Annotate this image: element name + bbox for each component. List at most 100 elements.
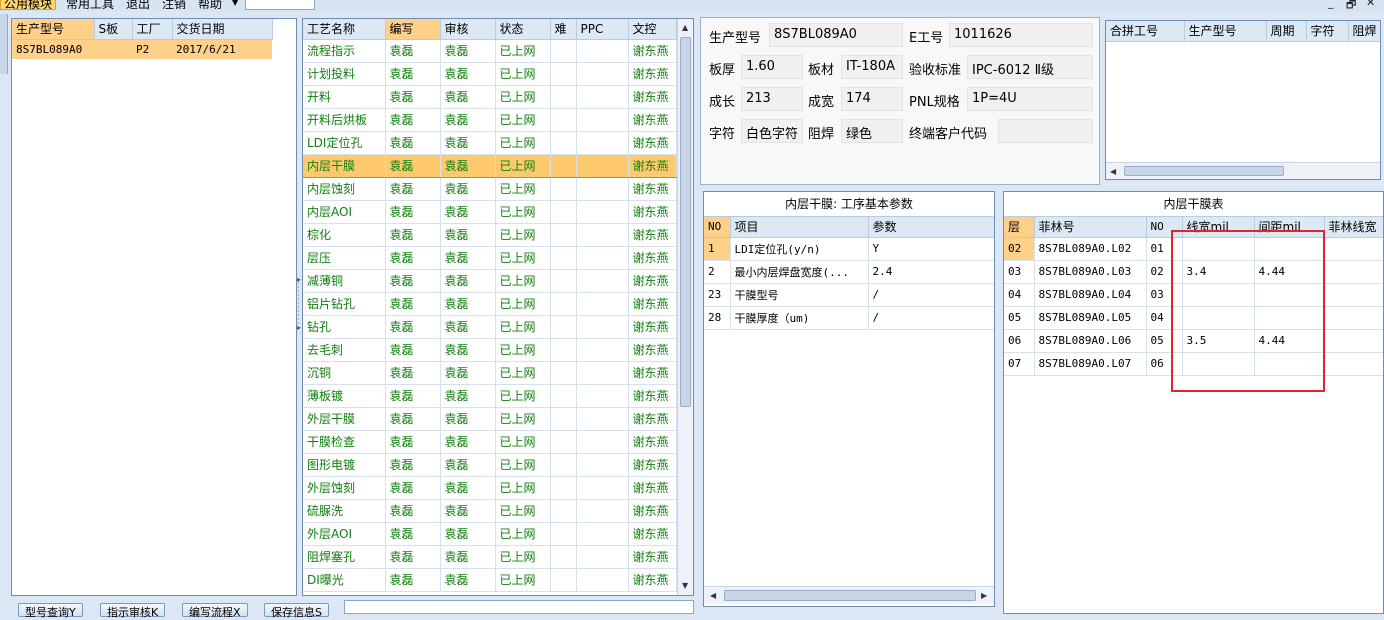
col-date[interactable]: 交货日期 — [172, 19, 273, 40]
col-author[interactable]: 编写 — [385, 19, 441, 40]
col-no[interactable]: NO — [704, 217, 731, 238]
model-field[interactable]: 8S7BL089A0 — [769, 23, 903, 47]
process-scrollbar[interactable]: ▲ ▼ — [677, 19, 693, 595]
table-row[interactable]: 1 LDI定位孔(y/n) Y — [704, 237, 994, 261]
scroll-left-icon[interactable]: ◀ — [1110, 167, 1116, 176]
col-layer[interactable]: 层 — [1004, 217, 1035, 238]
table-row[interactable]: 去毛刺 袁磊 袁磊 已上网 谢东燕 — [303, 338, 677, 362]
table-row[interactable]: 沉铜 袁磊 袁磊 已上网 谢东燕 — [303, 361, 677, 385]
toolbar-combo[interactable] — [245, 0, 315, 10]
table-row[interactable]: 干膜检查 袁磊 袁磊 已上网 谢东燕 — [303, 430, 677, 454]
table-row[interactable]: 2 最小内层焊盘宽度(... 2.4 — [704, 260, 994, 284]
table-row[interactable]: 23 干膜型号 / — [704, 283, 994, 307]
material-field[interactable]: IT-180A — [841, 55, 903, 79]
col-period[interactable]: 周期 — [1266, 21, 1307, 42]
table-row[interactable]: 图形电镀 袁磊 袁磊 已上网 谢东燕 — [303, 453, 677, 477]
scroll-down-icon[interactable]: ▼ — [682, 581, 688, 590]
table-row[interactable]: 硫脲洗 袁磊 袁磊 已上网 谢东燕 — [303, 499, 677, 523]
col-factory[interactable]: 工厂 — [132, 19, 173, 40]
table-row[interactable]: 内层AOI 袁磊 袁磊 已上网 谢东燕 — [303, 200, 677, 224]
table-row[interactable]: 铝片钻孔 袁磊 袁磊 已上网 谢东燕 — [303, 292, 677, 316]
width-field[interactable]: 174 — [841, 87, 903, 111]
col-process-name[interactable]: 工艺名称 — [303, 19, 386, 40]
params-hscroll[interactable]: ◀ ▶ — [704, 586, 994, 604]
col-doc[interactable]: 文控 — [628, 19, 677, 40]
table-row[interactable]: 层压 袁磊 袁磊 已上网 谢东燕 — [303, 246, 677, 270]
length-field[interactable]: 213 — [741, 87, 803, 111]
table-row[interactable]: LDI定位孔 袁磊 袁磊 已上网 谢东燕 — [303, 131, 677, 155]
cell-reviewer: 袁磊 — [440, 269, 496, 293]
col-s[interactable]: S板 — [94, 19, 133, 40]
scroll-thumb[interactable] — [1124, 166, 1284, 176]
menu-common-tools[interactable]: 常用工具 — [66, 0, 114, 12]
close-icon[interactable]: ✕ — [1366, 0, 1375, 9]
table-row[interactable]: 流程指示 袁磊 袁磊 已上网 谢东燕 — [303, 39, 677, 63]
table-row[interactable]: 内层干膜 袁磊 袁磊 已上网 谢东燕 — [303, 153, 677, 178]
col-item[interactable]: 项目 — [730, 217, 869, 238]
menu-exit[interactable]: 退出 — [126, 0, 150, 12]
query-model-button[interactable]: 型号查询Y — [18, 603, 83, 619]
table-row[interactable]: 阻焊塞孔 袁磊 袁磊 已上网 谢东燕 — [303, 545, 677, 569]
char-field[interactable]: 白色字符 — [741, 119, 803, 143]
scroll-right-icon[interactable]: ▶ — [981, 591, 987, 600]
table-row[interactable]: 棕化 袁磊 袁磊 已上网 谢东燕 — [303, 223, 677, 247]
scroll-thumb[interactable] — [724, 590, 976, 601]
cell-ppc — [576, 384, 629, 408]
col-hard[interactable]: 难 — [550, 19, 577, 40]
table-row[interactable]: 减薄铜 袁磊 袁磊 已上网 谢东燕 — [303, 269, 677, 293]
merge-hscroll[interactable]: ◀ — [1106, 162, 1380, 179]
mask-field[interactable]: 绿色 — [841, 119, 903, 143]
restore-icon[interactable]: 🗗 — [1346, 0, 1356, 12]
cell-layer: 04 — [1004, 283, 1035, 307]
cell-author: 袁磊 — [385, 384, 441, 408]
table-row[interactable]: 外层干膜 袁磊 袁磊 已上网 谢东燕 — [303, 407, 677, 431]
review-button[interactable]: 指示审核K — [100, 603, 166, 619]
chevron-down-icon[interactable]: ▼ — [232, 0, 238, 7]
table-row[interactable]: 开料后烘板 袁磊 袁磊 已上网 谢东燕 — [303, 108, 677, 132]
scroll-thumb[interactable] — [680, 37, 691, 407]
customer-field[interactable] — [998, 119, 1093, 143]
table-row[interactable]: 内层蚀刻 袁磊 袁磊 已上网 谢东燕 — [303, 177, 677, 201]
table-row[interactable]: 计划投料 袁磊 袁磊 已上网 谢东燕 — [303, 62, 677, 86]
col-ppc[interactable]: PPC — [576, 19, 629, 40]
pnl-field[interactable]: 1P=4U — [967, 87, 1093, 111]
col-film-line-width[interactable]: 菲林线宽 — [1324, 217, 1383, 238]
col-merge-model[interactable]: 生产型号 — [1184, 21, 1267, 42]
write-flow-button[interactable]: 编写流程X — [182, 603, 248, 619]
scroll-left-icon[interactable]: ◀ — [710, 591, 716, 600]
cell-author: 袁磊 — [385, 177, 441, 201]
col-char[interactable]: 字符 — [1306, 21, 1349, 42]
splitter-handle[interactable]: ▸ · · · · · · · · · · · ▸ — [297, 276, 301, 332]
menu-public-module[interactable]: 公用模块 — [0, 0, 57, 11]
standard-field[interactable]: IPC-6012 Ⅱ级 — [967, 55, 1093, 79]
table-row[interactable]: 薄板镀 袁磊 袁磊 已上网 谢东燕 — [303, 384, 677, 408]
cell-author: 袁磊 — [385, 269, 441, 293]
table-row[interactable]: 28 干膜厚度（um) / — [704, 306, 994, 330]
col-mask[interactable]: 阻焊 — [1348, 21, 1380, 42]
cell-s — [94, 39, 132, 59]
menu-help[interactable]: 帮助 — [198, 0, 222, 12]
col-film-no[interactable]: 菲林号 — [1034, 217, 1147, 238]
table-row[interactable]: 8S7BL089A0 P2 2017/6/21 — [12, 39, 272, 59]
table-row[interactable]: 开料 袁磊 袁磊 已上网 谢东燕 — [303, 85, 677, 109]
save-info-button[interactable]: 保存信息S — [264, 603, 329, 619]
scroll-up-icon[interactable]: ▲ — [682, 23, 688, 32]
cell-author: 袁磊 — [385, 153, 441, 178]
col-reviewer[interactable]: 审核 — [440, 19, 496, 40]
col-value[interactable]: 参数 — [868, 217, 994, 238]
minimize-icon[interactable]: _ — [1328, 0, 1334, 9]
table-row[interactable]: 外层蚀刻 袁磊 袁磊 已上网 谢东燕 — [303, 476, 677, 500]
cell-ppc — [576, 545, 629, 569]
cell-process-name: 开料 — [303, 85, 386, 109]
col-model[interactable]: 生产型号 — [12, 19, 95, 40]
col-status[interactable]: 状态 — [495, 19, 551, 40]
table-row[interactable]: 外层AOI 袁磊 袁磊 已上网 谢东燕 — [303, 522, 677, 546]
cell-author: 袁磊 — [385, 522, 441, 546]
eno-field[interactable]: 1011626 — [949, 23, 1093, 47]
table-row[interactable]: DI曝光 袁磊 袁磊 已上网 谢东燕 — [303, 568, 677, 592]
col-merge-no[interactable]: 合拼工号 — [1106, 21, 1185, 42]
thickness-field[interactable]: 1.60 — [741, 55, 803, 79]
menu-logout[interactable]: 注销 — [162, 0, 186, 12]
highlight-box — [1171, 230, 1325, 392]
table-row[interactable]: 钻孔 袁磊 袁磊 已上网 谢东燕 — [303, 315, 677, 339]
